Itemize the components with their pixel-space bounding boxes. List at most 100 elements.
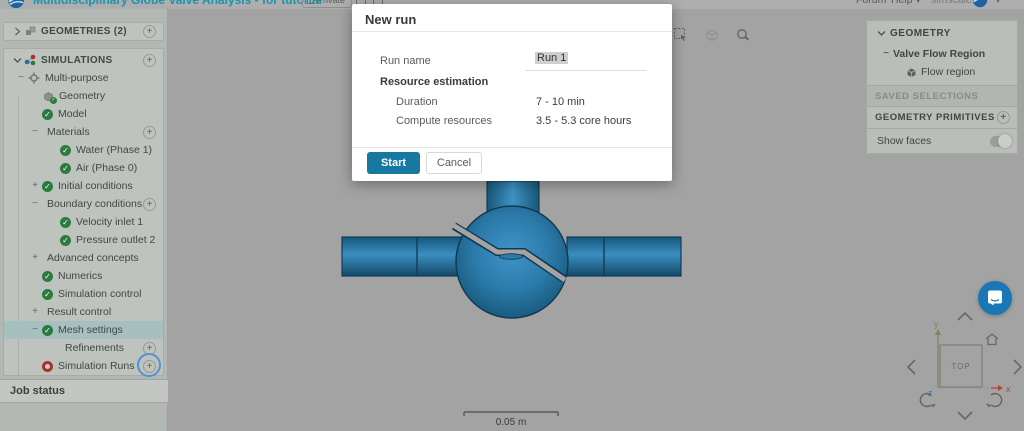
sidebar-item-label: Mesh settings: [58, 324, 123, 336]
valve-body: [456, 206, 568, 318]
sidebar-item-refinements[interactable]: Refinements+: [4, 339, 163, 357]
geometry-panel: GEOMETRY − Valve Flow Region Flow region…: [866, 20, 1018, 154]
add-primitive-button[interactable]: +: [997, 111, 1010, 124]
duration-value: 7 - 10 min: [536, 96, 585, 108]
forum-link[interactable]: Forum: [856, 0, 886, 6]
chevron-right-icon[interactable]: [10, 27, 24, 36]
cancel-button[interactable]: Cancel: [426, 152, 482, 174]
expander-icon[interactable]: +: [28, 307, 42, 317]
compute-resources-label: Compute resources: [396, 115, 492, 127]
scale-bar: 0.05 m: [464, 412, 558, 428]
add-button[interactable]: +: [143, 360, 156, 373]
sidebar-item-geometry[interactable]: ✓Geometry: [4, 87, 163, 105]
add-button[interactable]: +: [143, 198, 156, 211]
chevron-down-icon[interactable]: [10, 57, 24, 64]
compute-resources-value: 3.5 - 5.3 core hours: [536, 115, 631, 127]
rotate-left-chevron[interactable]: [908, 360, 915, 374]
chat-button[interactable]: [978, 281, 1012, 315]
start-button[interactable]: Start: [367, 152, 420, 174]
rotate-right-chevron[interactable]: [1014, 360, 1021, 374]
sidebar-item-initial-conditions[interactable]: +✓ Initial conditions: [4, 177, 163, 195]
axis-z-label: z: [928, 388, 933, 398]
axis-x-label: x: [1006, 384, 1011, 394]
sidebar-item-pressure-outlet-2[interactable]: ✓Pressure outlet 2: [4, 231, 163, 249]
check-icon: ✓: [42, 109, 53, 120]
expander-icon[interactable]: +: [28, 253, 42, 263]
add-geometry-button[interactable]: +: [143, 25, 156, 38]
sidebar-item-label: Simulation Runs: [58, 360, 134, 372]
sidebar-item-multi-purpose[interactable]: −Multi-purpose: [4, 69, 163, 87]
sidebar-item-mesh-settings[interactable]: −✓ Mesh settings: [4, 321, 163, 339]
expander-icon[interactable]: +: [28, 181, 42, 191]
show-faces-toggle[interactable]: [990, 136, 1011, 147]
orientation-widget: TOP y x z: [905, 300, 1024, 431]
sidebar-item-label: Model: [58, 108, 87, 120]
flow-region-item[interactable]: Flow region: [867, 63, 1017, 81]
sidebar-item-advanced-concepts[interactable]: + Advanced concepts: [4, 249, 163, 267]
sidebar-item-label: Numerics: [58, 270, 102, 282]
collapse-icon[interactable]: −: [879, 49, 893, 59]
sidebar-item-simulations[interactable]: SIMULATIONS+: [4, 51, 163, 69]
run-name-input[interactable]: Run 1: [535, 52, 568, 64]
flow-region-label: Flow region: [921, 66, 975, 78]
expander-icon[interactable]: −: [28, 127, 42, 137]
duration-label: Duration: [396, 96, 438, 108]
probe-icon[interactable]: [735, 27, 751, 43]
job-status-label: Job status: [10, 385, 65, 397]
expander-icon[interactable]: −: [28, 199, 42, 209]
expander-icon[interactable]: −: [28, 325, 42, 335]
sidebar-item-simulation-runs[interactable]: Simulation Runs +: [4, 357, 163, 375]
check-icon: ✓: [60, 217, 71, 228]
sidebar-item-label: Air (Phase 0): [76, 162, 137, 174]
orientation-cube-label: TOP: [951, 362, 970, 371]
chevron-down-icon[interactable]: ▾: [996, 0, 1000, 5]
privacy-label: Private: [317, 0, 345, 5]
sidebar-item-label: Initial conditions: [58, 180, 133, 192]
add-button[interactable]: +: [143, 54, 156, 67]
sidebar-item-water-phase-1[interactable]: ✓Water (Phase 1): [4, 141, 163, 159]
job-status-bar[interactable]: Job status: [0, 379, 168, 403]
rotate-down-chevron[interactable]: [958, 412, 972, 419]
toggle-knob: [998, 134, 1012, 148]
simulations-tree: SIMULATIONS+−Multi-purpose✓Geometry✓Mode…: [4, 51, 163, 375]
check-icon: ✓: [42, 289, 53, 300]
sidebar-item-air-phase-0[interactable]: ✓ Air (Phase 0): [4, 159, 163, 177]
sidebar-item-materials[interactable]: −Materials+: [4, 123, 163, 141]
dialog-title: New run: [365, 12, 416, 27]
run-name-field[interactable]: Run 1: [525, 52, 647, 71]
sidebar-item-result-control[interactable]: +Result control: [4, 303, 163, 321]
run-name-label: Run name: [380, 55, 431, 67]
check-icon: ✓: [60, 163, 71, 174]
project-title: Multidisciplinary Globe Valve Analysis -…: [33, 0, 322, 7]
gear-icon: [28, 72, 40, 84]
rotate-up-chevron[interactable]: [958, 313, 972, 320]
tutorial-highlight-ring: [137, 353, 161, 377]
sidebar-item-model[interactable]: ✓ Model: [4, 105, 163, 123]
geometry-primitives-header[interactable]: GEOMETRY PRIMITIVES +: [867, 107, 1017, 129]
mesh-cube-icon[interactable]: [704, 27, 720, 43]
help-menu[interactable]: Help ▾: [891, 0, 921, 6]
sidebar-item-numerics[interactable]: ✓Numerics: [4, 267, 163, 285]
sidebar-item-label: Advanced concepts: [47, 252, 139, 264]
resource-estimation-label: Resource estimation: [380, 76, 488, 88]
privacy-chip[interactable]: Private: [302, 0, 352, 8]
valve-left-pipe: [342, 237, 461, 276]
check-icon: ✓: [42, 325, 53, 336]
valve-flow-region-item[interactable]: − Valve Flow Region: [867, 45, 1017, 63]
geometries-icon: [24, 26, 36, 38]
home-view-icon[interactable]: [986, 334, 998, 345]
geometry-cube-icon: ✓: [42, 90, 54, 102]
roll-cw-icon[interactable]: [986, 394, 1002, 408]
expander-icon[interactable]: −: [14, 73, 28, 83]
avatar[interactable]: [972, 0, 988, 9]
check-icon: ✓: [42, 181, 53, 192]
geometry-section-header[interactable]: GEOMETRY: [867, 21, 1017, 45]
sidebar-item-boundary-conditions[interactable]: −Boundary conditions+: [4, 195, 163, 213]
sidebar-item-simulation-control[interactable]: ✓Simulation control: [4, 285, 163, 303]
add-button[interactable]: +: [143, 126, 156, 139]
divider: [352, 147, 672, 148]
sidebar-item-geometries[interactable]: GEOMETRIES (2) +: [4, 23, 163, 40]
sidebar-item-velocity-inlet-1[interactable]: ✓Velocity inlet 1: [4, 213, 163, 231]
box-select-icon[interactable]: [673, 27, 689, 43]
simscale-logo-icon[interactable]: [7, 0, 25, 9]
